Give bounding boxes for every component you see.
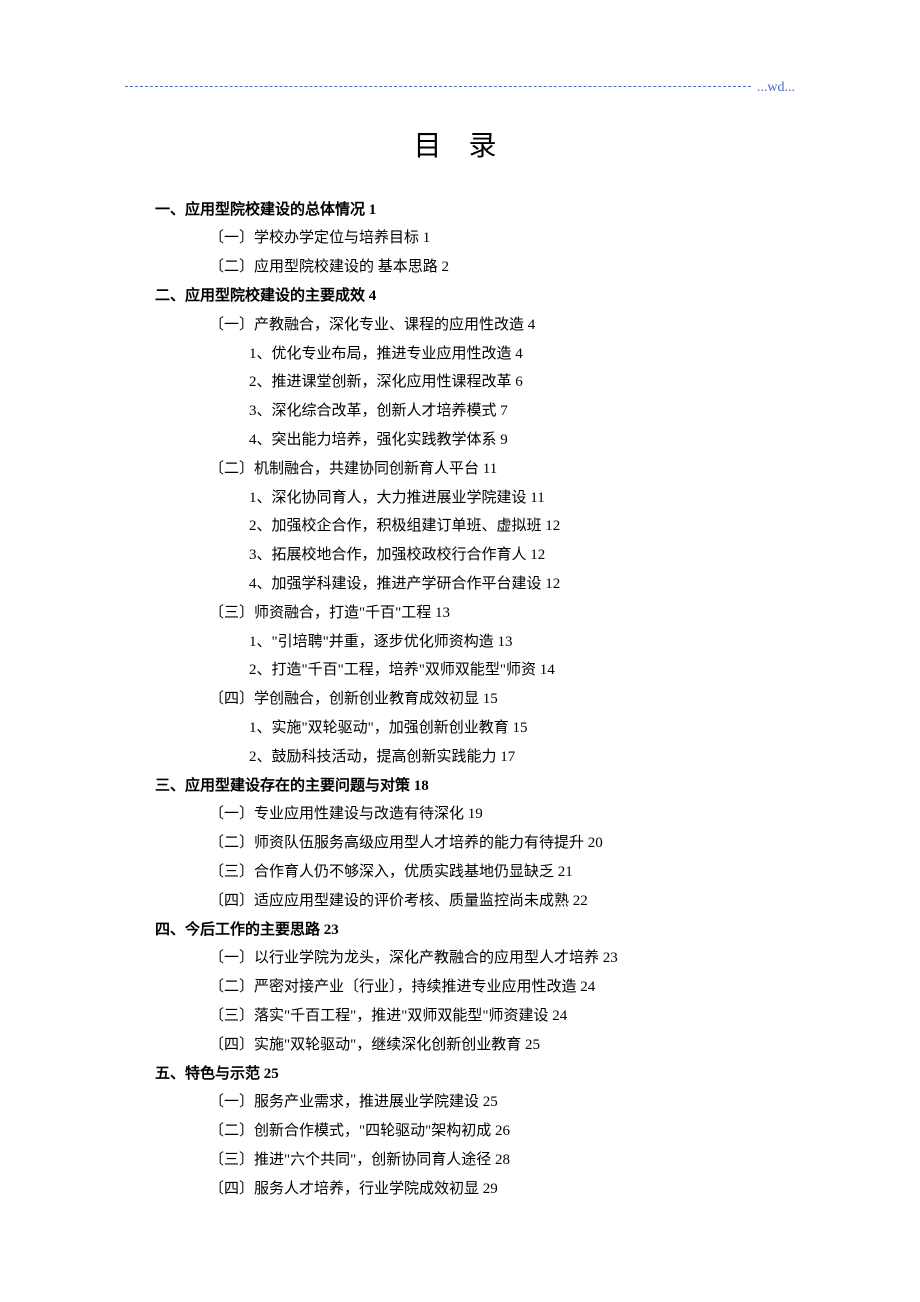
toc-sub-item: 〔一〕服务产业需求，推进展业学院建设 25 <box>209 1088 795 1117</box>
toc-sub-item: 〔三〕推进"六个共同"，创新协同育人途径 28 <box>209 1146 795 1175</box>
toc-section-heading: 四、今后工作的主要思路 23 <box>155 916 795 945</box>
toc-section-heading: 五、特色与示范 25 <box>155 1060 795 1089</box>
toc-sub-item: 〔四〕实施"双轮驱动"，继续深化创新创业教育 25 <box>209 1031 795 1060</box>
toc-sub-sub-item: 1、"引培聘"并重，逐步优化师资构造 13 <box>249 628 795 657</box>
toc-sub-sub-item: 2、打造"千百"工程，培养"双师双能型"师资 14 <box>249 656 795 685</box>
toc-sub-item: 〔一〕以行业学院为龙头，深化产教融合的应用型人才培养 23 <box>209 944 795 973</box>
toc-sub-item: 〔四〕适应应用型建设的评价考核、质量监控尚未成熟 22 <box>209 887 795 916</box>
toc-sub-sub-item: 1、深化协同育人，大力推进展业学院建设 11 <box>249 484 795 513</box>
toc-sub-sub-item: 4、突出能力培养，强化实践教学体系 9 <box>249 426 795 455</box>
toc-section-heading: 一、应用型院校建设的总体情况 1 <box>155 196 795 225</box>
header-watermark-line: ...wd... <box>125 75 795 102</box>
toc-sub-sub-item: 2、推进课堂创新，深化应用性课程改革 6 <box>249 368 795 397</box>
toc-sub-sub-item: 1、优化专业布局，推进专业应用性改造 4 <box>249 340 795 369</box>
toc-sub-item: 〔二〕机制融合，共建协同创新育人平台 11 <box>209 455 795 484</box>
document-page: ...wd... 目 录 一、应用型院校建设的总体情况 1〔一〕学校办学定位与培… <box>0 0 920 1302</box>
toc-sub-sub-item: 4、加强学科建设，推进产学研合作平台建设 12 <box>249 570 795 599</box>
toc-sub-sub-item: 2、鼓励科技活动，提高创新实践能力 17 <box>249 743 795 772</box>
toc-sub-item: 〔四〕学创融合，创新创业教育成效初显 15 <box>209 685 795 714</box>
toc-sub-item: 〔三〕师资融合，打造"千百"工程 13 <box>209 599 795 628</box>
toc-sub-item: 〔二〕应用型院校建设的 基本思路 2 <box>209 253 795 282</box>
toc-title: 目 录 <box>125 120 795 174</box>
header-dashes <box>125 86 751 87</box>
toc-sub-sub-item: 3、拓展校地合作，加强校政校行合作育人 12 <box>249 541 795 570</box>
toc-sub-item: 〔一〕学校办学定位与培养目标 1 <box>209 224 795 253</box>
toc-sub-item: 〔一〕专业应用性建设与改造有待深化 19 <box>209 800 795 829</box>
toc-sub-sub-item: 3、深化综合改革，创新人才培养模式 7 <box>249 397 795 426</box>
toc-sub-item: 〔三〕落实"千百工程"，推进"双师双能型"师资建设 24 <box>209 1002 795 1031</box>
toc-sub-item: 〔二〕师资队伍服务高级应用型人才培养的能力有待提升 20 <box>209 829 795 858</box>
toc-sub-item: 〔二〕创新合作模式，"四轮驱动"架构初成 26 <box>209 1117 795 1146</box>
toc-sub-sub-item: 1、实施"双轮驱动"，加强创新创业教育 15 <box>249 714 795 743</box>
header-wd-text: ...wd... <box>757 75 795 102</box>
toc-section-heading: 二、应用型院校建设的主要成效 4 <box>155 282 795 311</box>
toc-container: 一、应用型院校建设的总体情况 1〔一〕学校办学定位与培养目标 1〔二〕应用型院校… <box>125 196 795 1204</box>
toc-sub-item: 〔三〕合作育人仍不够深入，优质实践基地仍显缺乏 21 <box>209 858 795 887</box>
toc-sub-item: 〔二〕严密对接产业〔行业〕，持续推进专业应用性改造 24 <box>209 973 795 1002</box>
toc-section-heading: 三、应用型建设存在的主要问题与对策 18 <box>155 772 795 801</box>
toc-sub-item: 〔四〕服务人才培养，行业学院成效初显 29 <box>209 1175 795 1204</box>
toc-sub-item: 〔一〕产教融合，深化专业、课程的应用性改造 4 <box>209 311 795 340</box>
toc-sub-sub-item: 2、加强校企合作，积极组建订单班、虚拟班 12 <box>249 512 795 541</box>
